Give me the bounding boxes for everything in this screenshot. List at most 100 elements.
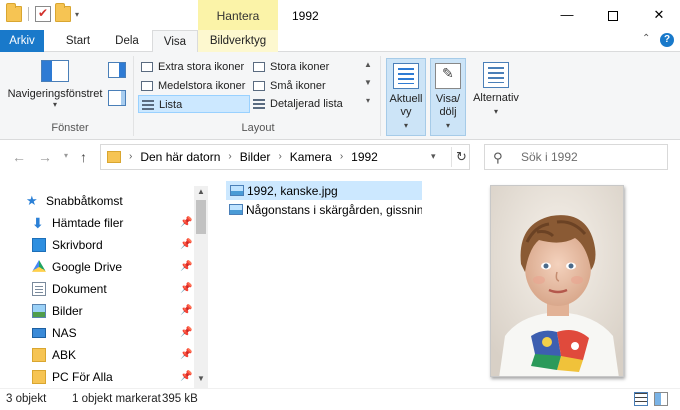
pin-icon: 📌 (180, 217, 193, 228)
tab-visa[interactable]: Visa (152, 30, 198, 53)
close-button[interactable]: ✕ (636, 0, 680, 30)
layout-small-icons[interactable]: Små ikoner (250, 77, 360, 95)
customize-toolbar-dropdown-icon[interactable]: ▾ (75, 10, 79, 19)
file-item-selected[interactable]: 1992, kanske.jpg (226, 181, 422, 200)
tab-bildverktyg[interactable]: Bildverktyg (198, 30, 278, 52)
view-toggle (634, 392, 668, 406)
tab-dela[interactable]: Dela (104, 30, 150, 52)
layout-item-label: Stora ikoner (270, 61, 330, 73)
pin-icon: 📌 (180, 349, 193, 360)
folder-icon (107, 151, 121, 163)
nav-item-desktop[interactable]: Skrivbord 📌 (32, 234, 192, 256)
collapse-ribbon-icon[interactable]: ⌃ (642, 33, 650, 44)
tab-arkiv[interactable]: Arkiv (0, 30, 44, 52)
file-item[interactable]: Någonstans i skärgården, gissningsvis 19… (226, 201, 422, 220)
search-icon: ⚲ (493, 150, 503, 165)
chevron-down-icon: ▾ (52, 100, 57, 109)
breadcrumb-item[interactable]: 1992 (351, 145, 378, 169)
maximize-button[interactable] (590, 0, 636, 30)
nav-item-label: Google Drive (52, 260, 123, 274)
nas-icon (32, 328, 46, 338)
layout-item-label: Lista (159, 99, 183, 111)
layout-item-label: Medelstora ikoner (158, 80, 246, 92)
refresh-button[interactable]: ↻ (451, 147, 471, 167)
ribbon-tabs: Arkiv Start Dela Visa Bildverktyg ⌃ ? (0, 30, 680, 53)
chevron-right-icon[interactable]: › (278, 145, 281, 169)
current-view-icon (393, 63, 419, 89)
child-portrait-photo (491, 186, 623, 376)
chevron-right-icon[interactable]: › (228, 145, 231, 169)
pin-icon: 📌 (180, 261, 193, 272)
properties-icon[interactable] (35, 6, 51, 22)
image-file-icon (230, 185, 244, 196)
nav-item-label: NAS (52, 326, 77, 340)
folder-icon (32, 348, 46, 362)
nav-item-nas[interactable]: NAS 📌 (32, 322, 192, 344)
title-bar: ▾ Hantera 1992 — ✕ (0, 0, 680, 30)
up-button[interactable]: ↑ (80, 149, 87, 165)
details-pane-button[interactable] (108, 90, 126, 106)
show-hide-icon (435, 63, 461, 89)
nav-item-pc-for-alla[interactable]: PC För Alla 📌 (32, 366, 192, 388)
tab-start[interactable]: Start (52, 30, 104, 52)
folder-icon (32, 370, 46, 384)
current-view-label-1: Aktuell (389, 93, 423, 105)
image-file-icon (229, 204, 243, 215)
nav-item-abk[interactable]: ABK 📌 (32, 344, 192, 366)
recent-locations-dropdown-icon[interactable]: ▾ (64, 151, 68, 160)
show-hide-button[interactable]: Visa/ dölj ▾ (430, 58, 466, 136)
scrollbar-thumb[interactable] (196, 200, 206, 234)
nav-item-google-drive[interactable]: Google Drive 📌 (32, 256, 192, 278)
address-dropdown-icon[interactable]: ▾ (431, 151, 436, 162)
chevron-right-icon[interactable]: › (129, 145, 132, 169)
group-divider (380, 56, 381, 136)
navigation-pane-icon (41, 60, 69, 82)
pin-icon: 📌 (180, 371, 193, 382)
layout-medium-icons[interactable]: Medelstora ikoner (138, 77, 250, 95)
breadcrumb-item[interactable]: Den här datorn (140, 145, 220, 169)
search-placeholder: Sök i 1992 (521, 150, 578, 164)
pin-icon: 📌 (180, 327, 193, 338)
address-bar[interactable]: › Den här datorn › Bilder › Kamera › 199… (100, 144, 470, 170)
navigation-pane-button[interactable]: Navigeringsfönstret ▾ (6, 60, 104, 109)
nav-item-pictures[interactable]: Bilder 📌 (32, 300, 192, 322)
options-button[interactable]: Alternativ ▾ (470, 58, 522, 136)
new-folder-icon[interactable] (55, 3, 71, 22)
list-icon (142, 100, 154, 110)
help-icon[interactable]: ? (660, 33, 674, 47)
nav-item-label: Dokument (52, 282, 107, 296)
minimize-button[interactable]: — (544, 0, 590, 30)
search-box[interactable]: ⚲ Sök i 1992 (484, 144, 668, 170)
medium-icons-icon (141, 81, 153, 91)
file-name: 1992, kanske.jpg (247, 184, 338, 198)
pin-icon: 📌 (180, 283, 193, 294)
nav-item-downloads[interactable]: ⬇ Hämtade filer 📌 (32, 212, 192, 234)
pictures-icon (32, 304, 46, 318)
group-divider (133, 56, 134, 136)
layout-gallery-scroll[interactable]: ▲ ▼ ▾ (362, 56, 374, 112)
large-icons-view-icon[interactable] (654, 392, 668, 406)
back-button[interactable]: ← (12, 149, 26, 165)
breadcrumb-item[interactable]: Kamera (290, 145, 332, 169)
layout-item-label: Extra stora ikoner (158, 61, 245, 73)
nav-item-documents[interactable]: Dokument 📌 (32, 278, 192, 300)
show-hide-label-1: Visa/ (435, 93, 461, 105)
scroll-up-icon[interactable]: ▲ (194, 187, 208, 196)
breadcrumb-item[interactable]: Bilder (240, 145, 271, 169)
details-view-icon[interactable] (634, 392, 648, 406)
layout-details[interactable]: Detaljerad lista (250, 95, 360, 113)
download-icon: ⬇ (32, 215, 44, 231)
nav-item-quick-access[interactable]: ★ Snabbåtkomst (26, 190, 186, 212)
scroll-down-icon[interactable]: ▼ (194, 374, 208, 383)
breadcrumb: › Den här datorn › Bilder › Kamera › 199… (129, 145, 378, 169)
chevron-right-icon[interactable]: › (340, 145, 343, 169)
layout-list[interactable]: Lista (138, 95, 250, 113)
document-icon (32, 282, 46, 296)
navigation-pane-scrollbar[interactable]: ▲ ▼ (194, 186, 208, 388)
folder-icon[interactable] (6, 3, 22, 22)
preview-pane-button[interactable] (108, 62, 126, 78)
layout-large-icons[interactable]: Stora ikoner (250, 58, 360, 76)
forward-button[interactable]: → (38, 149, 52, 165)
current-view-button[interactable]: Aktuell vy ▾ (386, 58, 426, 136)
layout-extra-large-icons[interactable]: Extra stora ikoner (138, 58, 250, 76)
